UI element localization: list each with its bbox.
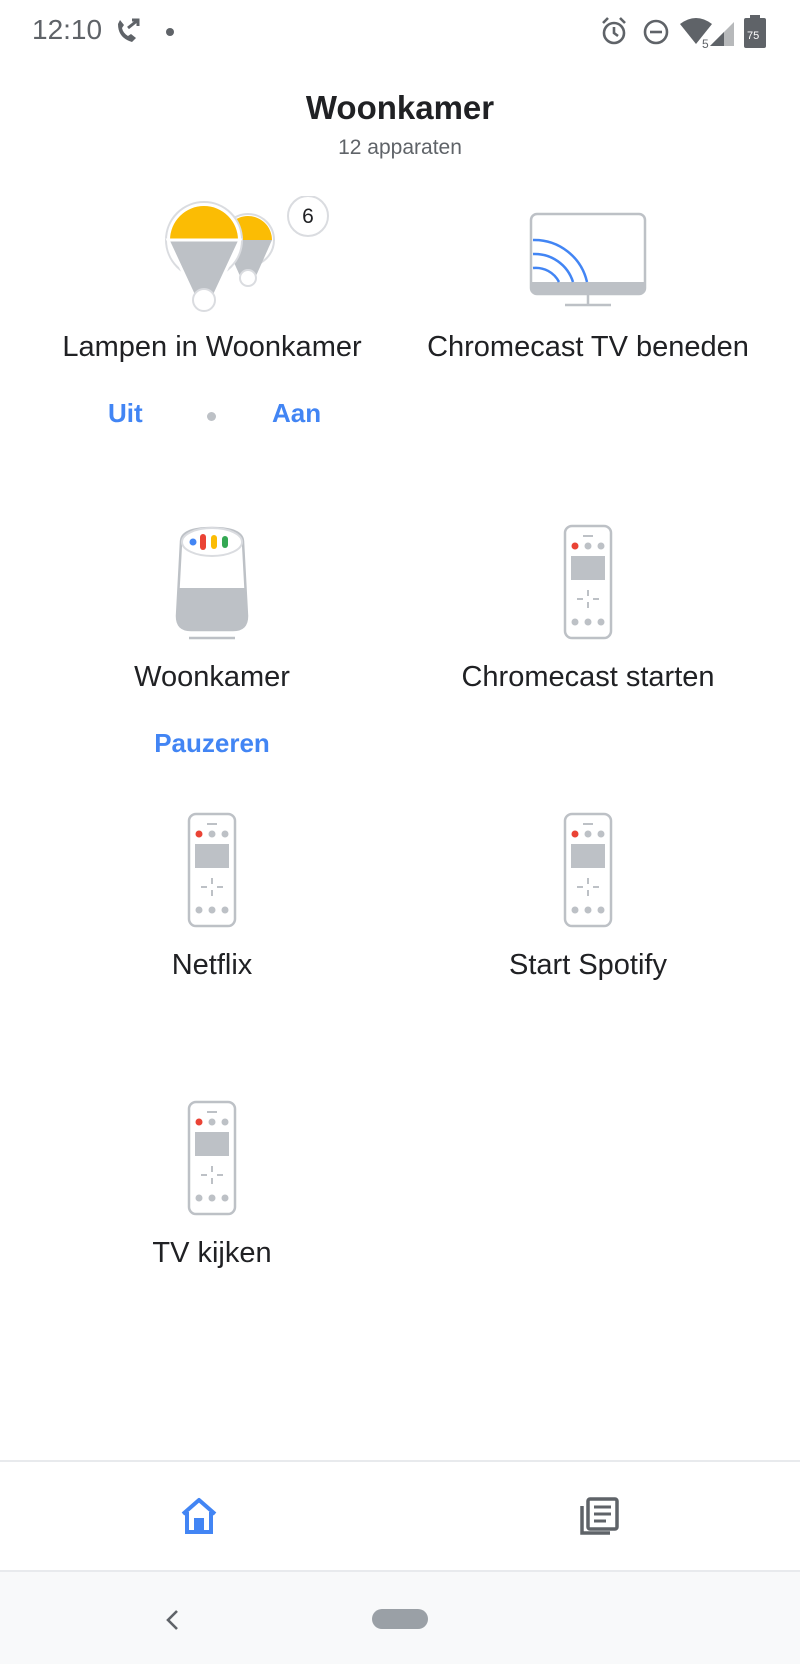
system-nav-bar	[0, 1572, 800, 1664]
status-bar: 12:10 5 75	[0, 0, 800, 64]
bottom-nav	[0, 1462, 800, 1570]
feed-icon[interactable]	[578, 1496, 620, 1536]
google-home-speaker-icon	[175, 526, 249, 640]
light-actions: Uit Aan	[12, 398, 412, 438]
device-tile-woonkamer-speaker[interactable]: Woonkamer Pauzeren	[12, 520, 412, 770]
pause-button[interactable]: Pauzeren	[12, 728, 412, 759]
action-separator	[207, 412, 216, 421]
home-icon[interactable]	[179, 1496, 219, 1536]
do-not-disturb-icon	[643, 19, 669, 45]
device-name: Chromecast starten	[461, 661, 715, 693]
remote-icon	[187, 812, 237, 928]
device-name: Woonkamer	[134, 661, 290, 693]
device-tile-lampen[interactable]: 6 Lampen in Woonkamer Uit Aan	[12, 190, 412, 440]
remote-icon	[563, 812, 613, 928]
lights-off-button[interactable]: Uit	[108, 398, 143, 429]
remote-icon	[563, 524, 613, 640]
remote-icon	[187, 1100, 237, 1216]
device-name: Chromecast TV beneden	[427, 331, 749, 363]
light-bulbs-icon: 6	[165, 196, 329, 312]
status-time: 12:10	[32, 14, 103, 45]
call-forward-icon	[118, 18, 140, 42]
bulb-count: 6	[302, 205, 314, 228]
device-tile-tv-kijken[interactable]: TV kijken	[12, 1096, 412, 1296]
room-header: Woonkamer 12 apparaten	[0, 84, 800, 160]
page-title: Woonkamer	[305, 89, 495, 126]
device-name: TV kijken	[152, 1237, 272, 1269]
device-tile-chromecast-tv[interactable]: Chromecast TV beneden	[388, 190, 788, 440]
device-name: Start Spotify	[509, 949, 667, 981]
cell-signal-icon	[710, 22, 734, 46]
speaker-actions: Pauzeren	[12, 728, 412, 768]
device-tile-netflix[interactable]: Netflix	[12, 808, 412, 1008]
alarm-icon	[602, 17, 626, 45]
device-name: Netflix	[171, 949, 253, 981]
home-pill-button[interactable]	[372, 1609, 428, 1629]
signal-label: 5	[702, 37, 709, 50]
status-icons-right: 5 75	[598, 14, 778, 55]
device-tile-start-spotify[interactable]: Start Spotify	[388, 808, 788, 1008]
status-icons-left	[114, 16, 184, 53]
battery-level: 75	[747, 30, 759, 42]
chromecast-tv-icon	[529, 212, 647, 307]
notification-dot-icon	[166, 28, 174, 36]
device-count: 12 apparaten	[338, 136, 462, 159]
lights-on-button[interactable]: Aan	[272, 398, 321, 429]
device-name: Lampen in Woonkamer	[62, 331, 362, 363]
back-icon[interactable]	[164, 1608, 180, 1632]
device-tile-chromecast-starten[interactable]: Chromecast starten	[388, 520, 788, 720]
